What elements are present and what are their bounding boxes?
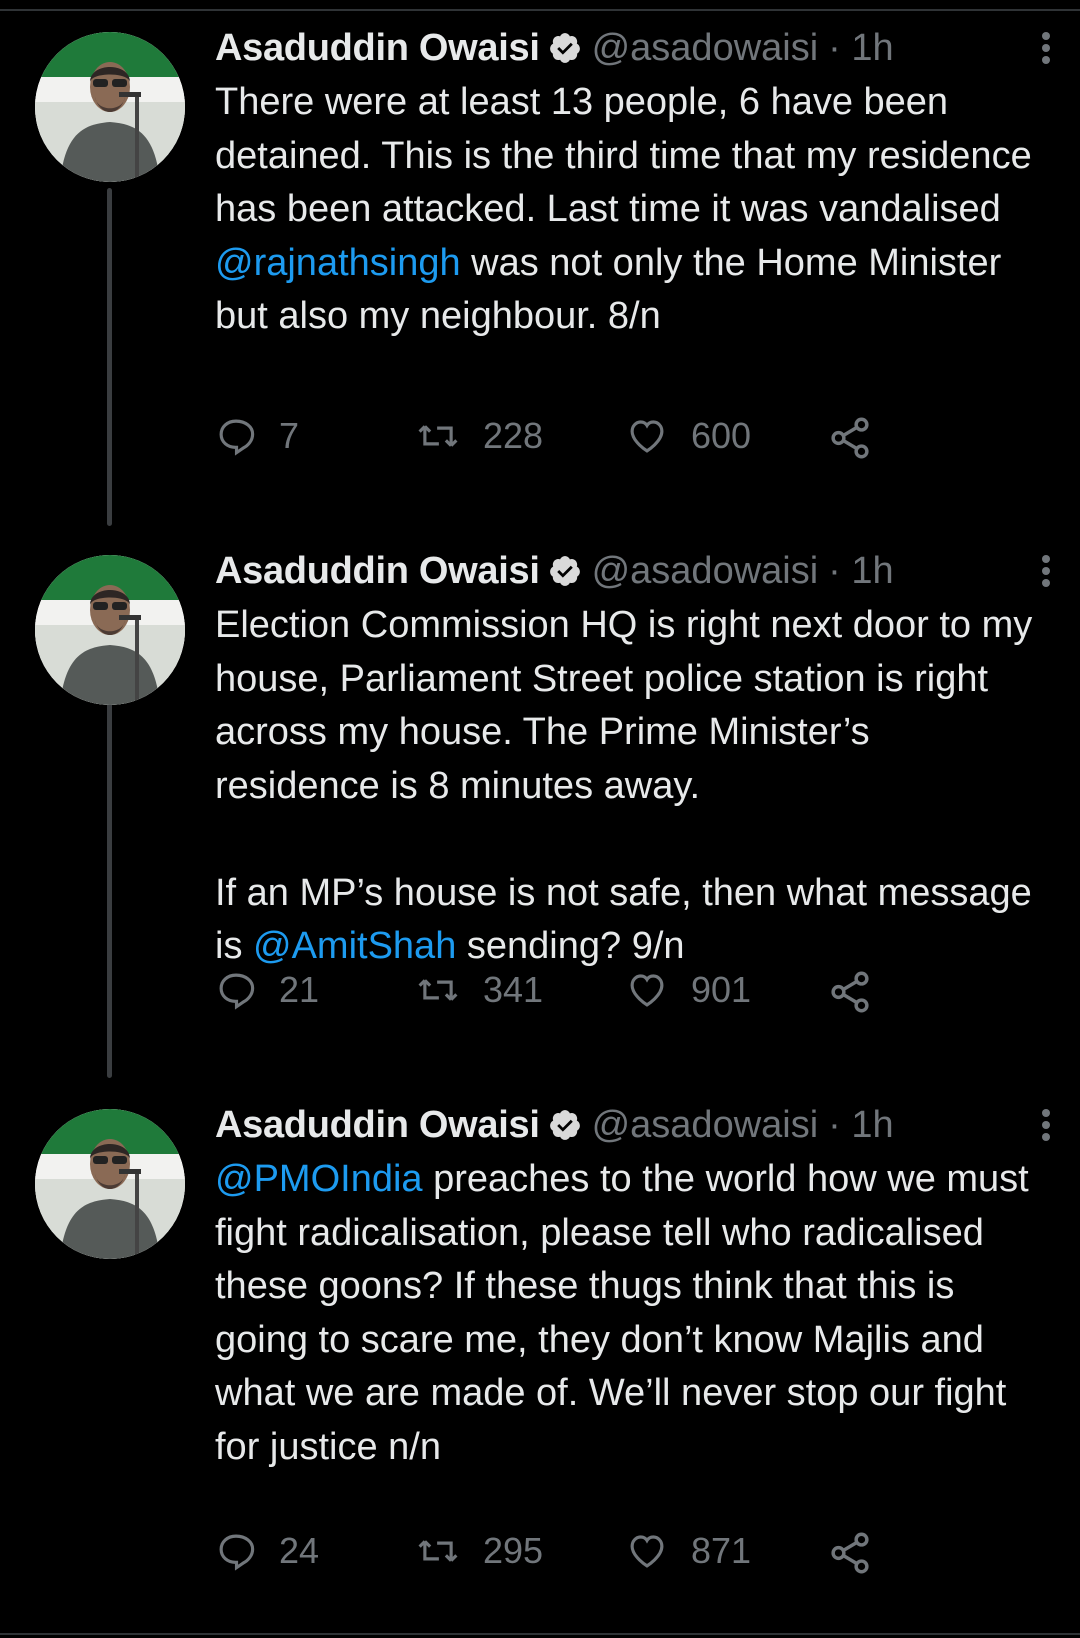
author-name[interactable]: Asaduddin Owaisi	[215, 550, 540, 593]
avatar[interactable]	[35, 1109, 185, 1259]
retweet-icon	[418, 979, 458, 1001]
retweet-button[interactable]: 228	[415, 415, 543, 457]
retweet-button[interactable]: 295	[415, 1530, 543, 1572]
mention-link[interactable]: @AmitShah	[253, 925, 456, 967]
thread-connector	[107, 690, 112, 1078]
like-count: 901	[691, 969, 752, 1010]
tweet-time[interactable]: · 1h	[828, 550, 893, 593]
mention-link[interactable]: @rajnathsingh	[215, 242, 461, 284]
retweet-count: 341	[483, 969, 544, 1010]
verified-badge-icon	[549, 556, 580, 586]
like-button[interactable]: 901	[625, 969, 751, 1011]
tweet-text-part: Election Commission HQ is right next doo…	[215, 604, 1033, 967]
share-button[interactable]	[827, 969, 895, 1015]
more-options-icon[interactable]	[1036, 555, 1056, 595]
share-button[interactable]	[827, 1530, 895, 1576]
tweet-header: Asaduddin Owaisi @asadowaisi · 1h	[215, 20, 1040, 76]
author-name[interactable]: Asaduddin Owaisi	[215, 27, 540, 70]
verified-badge-icon	[549, 1110, 580, 1140]
reply-count: 24	[279, 1530, 320, 1571]
more-options-icon[interactable]	[1036, 32, 1056, 72]
share-icon	[831, 971, 869, 1013]
tweet-text: Election Commission HQ is right next doo…	[215, 599, 1040, 974]
heart-icon	[630, 974, 664, 1007]
top-divider	[0, 9, 1080, 11]
reply-icon	[219, 1534, 255, 1571]
tweet-time[interactable]: · 1h	[828, 27, 893, 70]
tweet-text-part: There were at least 13 people, 6 have be…	[215, 81, 1043, 230]
retweet-count: 295	[483, 1530, 544, 1571]
retweet-icon	[418, 425, 458, 447]
reply-count: 21	[279, 969, 320, 1010]
reply-button[interactable]: 24	[215, 1530, 319, 1572]
tweet-text-part: preaches to the world how we must fight …	[215, 1158, 1040, 1468]
retweet-count: 228	[483, 415, 544, 456]
tweet-text: @PMOIndia preaches to the world how we m…	[215, 1153, 1040, 1474]
like-count: 871	[691, 1530, 752, 1571]
reply-button[interactable]: 21	[215, 969, 319, 1011]
heart-icon	[630, 1535, 664, 1568]
author-handle[interactable]: @asadowaisi	[592, 1104, 819, 1147]
retweet-icon	[418, 1540, 458, 1562]
tweet-header: Asaduddin Owaisi @asadowaisi · 1h	[215, 1097, 1040, 1153]
retweet-button[interactable]: 341	[415, 969, 543, 1011]
tweet-time[interactable]: · 1h	[828, 1104, 893, 1147]
reply-icon	[219, 419, 255, 456]
reply-button[interactable]: 7	[215, 415, 299, 457]
like-button[interactable]: 600	[625, 415, 751, 457]
like-button[interactable]: 871	[625, 1530, 751, 1572]
tweet-text-part: sending? 9/n	[456, 925, 685, 967]
tweet-header: Asaduddin Owaisi @asadowaisi · 1h	[215, 543, 1040, 599]
share-button[interactable]	[827, 415, 895, 461]
bottom-divider	[0, 1633, 1080, 1635]
avatar[interactable]	[35, 555, 185, 705]
reply-count: 7	[279, 415, 300, 456]
tweet-actions: 21 341 901	[215, 969, 935, 1029]
author-handle[interactable]: @asadowaisi	[592, 550, 819, 593]
tweet-actions: 7 228 600	[215, 415, 935, 475]
more-options-icon[interactable]	[1036, 1109, 1056, 1149]
mention-link[interactable]: @PMOIndia	[215, 1158, 423, 1200]
tweet-text: There were at least 13 people, 6 have be…	[215, 76, 1040, 344]
author-handle[interactable]: @asadowaisi	[592, 27, 819, 70]
avatar[interactable]	[35, 32, 185, 182]
thread-connector	[107, 188, 112, 526]
heart-icon	[630, 420, 664, 453]
author-name[interactable]: Asaduddin Owaisi	[215, 1104, 540, 1147]
share-icon	[831, 1532, 869, 1574]
share-icon	[831, 417, 869, 459]
verified-badge-icon	[549, 33, 580, 63]
reply-icon	[219, 973, 255, 1010]
tweet-actions: 24 295 871	[215, 1530, 935, 1590]
like-count: 600	[691, 415, 752, 456]
